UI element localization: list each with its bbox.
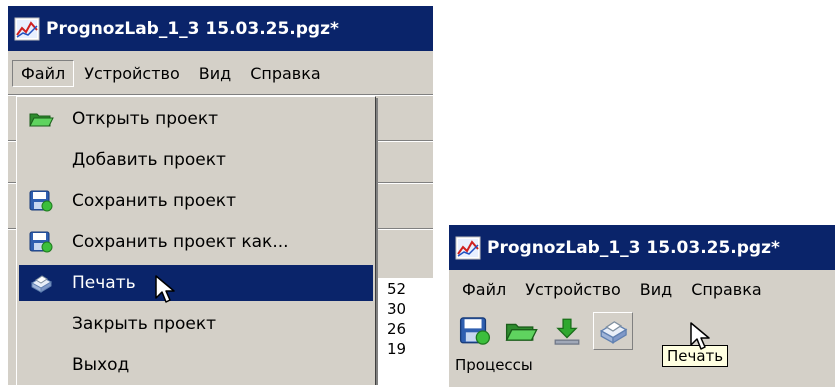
- print-tooltip: Печать: [662, 345, 729, 367]
- left-window-title: PrognozLab_1_3 15.03.25.pgz*: [46, 18, 339, 39]
- processes-label: Процессы: [455, 356, 533, 374]
- app-chart-icon: [14, 17, 40, 40]
- open-folder-icon: [505, 323, 538, 341]
- menu-item-save-project-as[interactable]: Сохранить проект как...: [19, 224, 373, 260]
- menu-view[interactable]: Вид: [190, 60, 240, 87]
- menu-file[interactable]: Файл: [12, 59, 75, 87]
- menu-item-label: Сохранить проект как...: [72, 232, 289, 252]
- right-window-title: PrognozLab_1_3 15.03.25.pgz*: [487, 237, 780, 258]
- menu-file[interactable]: Файл: [453, 276, 515, 303]
- left-menu-bar: Файл Устройство Вид Справка: [8, 55, 433, 91]
- grid-cell: 52: [387, 280, 407, 298]
- menu-item-label: Печать: [72, 273, 136, 293]
- menu-device[interactable]: Устройство: [75, 60, 189, 87]
- grid-cell: 30: [387, 300, 407, 318]
- download-arrow-icon: [554, 318, 580, 345]
- left-window: PrognozLab_1_3 15.03.25.pgz* Файл Устрой…: [8, 6, 433, 385]
- save-icon: [459, 317, 491, 345]
- menu-item-label: Выход: [72, 355, 130, 375]
- grid-cell: 19: [387, 340, 407, 358]
- right-window: PrognozLab_1_3 15.03.25.pgz* Файл Устрой…: [449, 225, 835, 387]
- save-as-icon: [29, 231, 53, 253]
- right-menu-bar: Файл Устройство Вид Справка: [449, 273, 835, 305]
- menu-item-close-project[interactable]: Закрыть проект: [19, 306, 373, 342]
- menu-help[interactable]: Справка: [241, 60, 330, 87]
- import-button[interactable]: [547, 312, 587, 350]
- screenshot-canvas: PrognozLab_1_3 15.03.25.pgz* Файл Устрой…: [0, 0, 835, 387]
- open-button[interactable]: [501, 312, 541, 350]
- menu-help[interactable]: Справка: [682, 276, 771, 303]
- printer-icon: [31, 275, 52, 293]
- menu-device[interactable]: Устройство: [516, 276, 630, 303]
- right-title-bar[interactable]: PrognozLab_1_3 15.03.25.pgz*: [449, 225, 835, 270]
- left-title-bar[interactable]: PrognozLab_1_3 15.03.25.pgz*: [8, 6, 433, 51]
- data-grid: 52 30 26 19: [368, 278, 433, 385]
- save-icon: [29, 190, 53, 212]
- menu-item-exit[interactable]: Выход: [19, 347, 373, 383]
- menu-item-label: Добавить проект: [72, 150, 226, 170]
- menu-view[interactable]: Вид: [631, 276, 681, 303]
- print-button[interactable]: [593, 312, 633, 350]
- menu-item-label: Открыть проект: [72, 109, 219, 129]
- main-toolbar: [449, 311, 835, 351]
- app-chart-icon: [455, 236, 481, 259]
- save-button[interactable]: [455, 312, 495, 350]
- menu-item-save-project[interactable]: Сохранить проект: [19, 183, 373, 219]
- open-folder-icon: [29, 113, 54, 127]
- grid-cell: 26: [387, 320, 407, 338]
- menu-item-label: Сохранить проект: [72, 191, 236, 211]
- file-dropdown-menu: Открыть проект Добавить проект Сохранить…: [16, 96, 376, 385]
- menu-item-print[interactable]: Печать: [19, 265, 373, 301]
- menu-item-open-project[interactable]: Открыть проект: [19, 101, 373, 137]
- printer-icon: [599, 321, 628, 344]
- menu-item-label: Закрыть проект: [72, 314, 217, 334]
- menu-item-add-project[interactable]: Добавить проект: [19, 142, 373, 178]
